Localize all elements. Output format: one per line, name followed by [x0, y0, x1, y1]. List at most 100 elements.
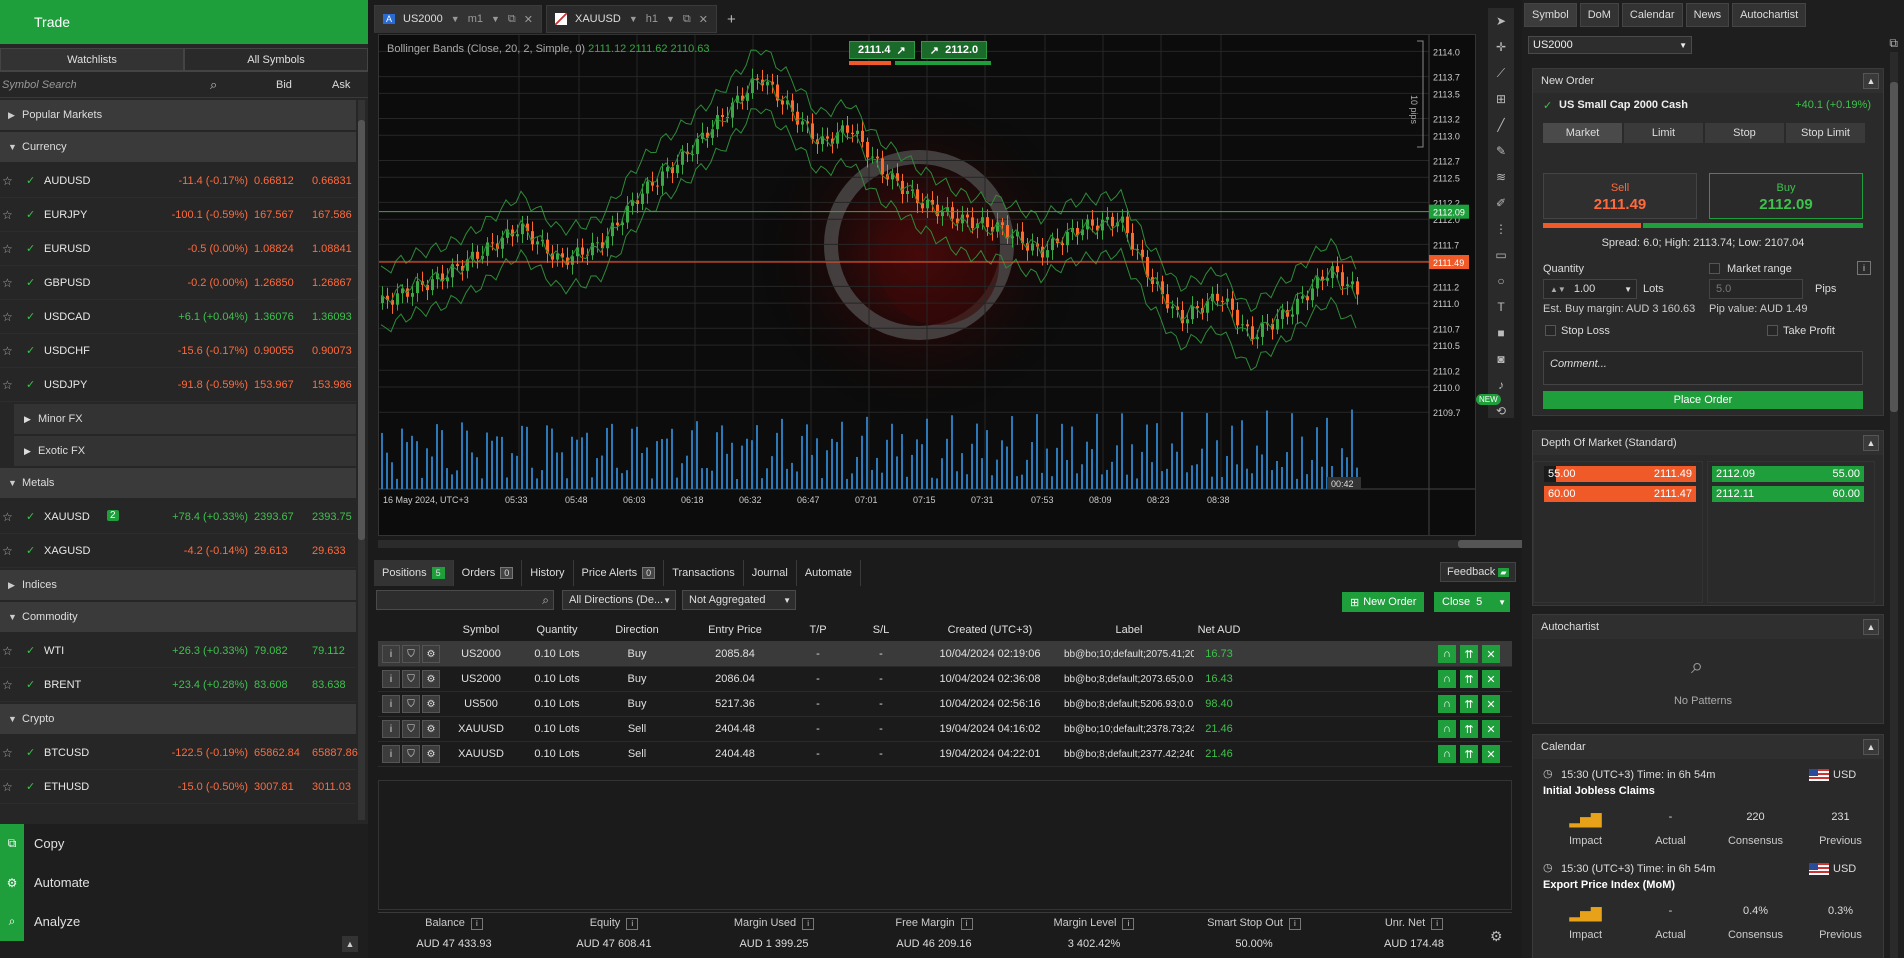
gear-icon[interactable]: ⚙: [422, 645, 440, 663]
chart-horizontal-scrollbar[interactable]: [378, 540, 1543, 548]
close-position-icon[interactable]: ✕: [1482, 720, 1500, 738]
star-icon[interactable]: ☆: [2, 544, 13, 558]
star-icon[interactable]: ☆: [2, 276, 13, 290]
info-icon[interactable]: i: [470, 918, 483, 930]
order-type-stop-limit[interactable]: Stop Limit: [1786, 123, 1865, 143]
settings-gear-icon[interactable]: ⚙: [1490, 928, 1503, 945]
gear-icon[interactable]: ⚙: [422, 720, 440, 738]
group-indices[interactable]: ▶ Indices: [0, 570, 356, 600]
gear-icon[interactable]: ⚙: [422, 695, 440, 713]
buy-button[interactable]: Buy 2112.09: [1709, 173, 1863, 219]
bid-price[interactable]: 1.26850: [254, 277, 294, 289]
tab-price-alerts[interactable]: Price Alerts 0: [574, 560, 665, 586]
quick-buy-button[interactable]: ↗ 2112.0: [920, 41, 988, 59]
circle-icon[interactable]: ○: [1488, 268, 1514, 294]
bid-price[interactable]: 3007.81: [254, 781, 294, 793]
tab-calendar[interactable]: Calendar: [1621, 3, 1683, 27]
camera-icon[interactable]: ◙: [1488, 346, 1514, 372]
star-icon[interactable]: ☆: [2, 678, 13, 692]
detach-icon[interactable]: ⧉: [683, 13, 691, 26]
group-minor-fx[interactable]: ▶ Minor FX: [14, 404, 356, 434]
new-order-header[interactable]: New Order ▲: [1533, 69, 1883, 93]
place-order-button[interactable]: Place Order: [1543, 391, 1863, 409]
dom-sell-row[interactable]: 60.00 2111.47: [1544, 486, 1696, 502]
symbol-select[interactable]: US2000 ▼: [1528, 36, 1692, 54]
column-header[interactable]: Quantity: [520, 624, 594, 636]
watchlist-row[interactable]: ☆ ✓ XAUUSD 2 +78.4 (+0.33%) 2393.67 2393.75: [0, 500, 356, 534]
order-type-market[interactable]: Market: [1543, 123, 1622, 143]
ask-price[interactable]: 0.90073: [312, 345, 352, 357]
trade-header[interactable]: Trade: [0, 0, 368, 44]
close-position-icon[interactable]: ✕: [1482, 745, 1500, 763]
brush-icon[interactable]: ✐: [1488, 190, 1514, 216]
ask-price[interactable]: 1.26867: [312, 277, 352, 289]
calendar-header[interactable]: Calendar ▲: [1533, 735, 1883, 759]
tab-positions[interactable]: Positions 5: [374, 560, 454, 586]
watchlist-scrollbar[interactable]: [358, 100, 365, 820]
shield-icon[interactable]: ⛉: [402, 670, 420, 688]
trend-tool-icon[interactable]: ⟋: [1488, 60, 1514, 86]
ask-price[interactable]: 83.638: [312, 679, 346, 691]
cursor-icon[interactable]: ➤: [1488, 8, 1514, 34]
bid-price[interactable]: 79.082: [254, 645, 288, 657]
info-icon[interactable]: i: [382, 670, 400, 688]
fib-icon[interactable]: ≋: [1488, 164, 1514, 190]
column-header[interactable]: Symbol: [442, 624, 520, 636]
group-popular-markets[interactable]: ▶ Popular Markets: [0, 100, 356, 130]
column-header[interactable]: S/L: [846, 624, 916, 636]
autochartist-header[interactable]: Autochartist ▲: [1533, 615, 1883, 639]
star-icon[interactable]: ☆: [2, 378, 13, 392]
star-icon[interactable]: ☆: [2, 208, 13, 222]
tab-news[interactable]: News: [1685, 3, 1730, 27]
calendar-event[interactable]: ◷ 15:30 (UTC+3) Time: in 6h 54m USD Initial…: [1543, 765, 1883, 859]
watchlist-row[interactable]: ☆ ✓ XAGUSD -4.2 (-0.14%) 29.613 29.633: [0, 534, 356, 568]
double-up-icon[interactable]: ⇈: [1460, 645, 1478, 663]
chart-tab-us2000[interactable]: A US2000 ▼ m1 ▼ ⧉ ✕: [374, 5, 542, 33]
measure-icon[interactable]: ⊞: [1488, 86, 1514, 112]
watchlist-row[interactable]: ☆ ✓ ETHUSD -15.0 (-0.50%) 3007.81 3011.03: [0, 770, 356, 804]
tab-all-symbols[interactable]: All Symbols: [184, 48, 368, 71]
bid-price[interactable]: 83.608: [254, 679, 288, 691]
text-icon[interactable]: T: [1488, 294, 1514, 320]
grid-tool-icon[interactable]: ⋮: [1488, 216, 1514, 242]
column-header[interactable]: Created (UTC+3): [916, 624, 1064, 636]
column-header[interactable]: Direction: [594, 624, 680, 636]
table-row[interactable]: i ⛉ ⚙ XAUUSD 0.10 Lots Sell 2404.48 - - 19/04/202…: [378, 717, 1512, 742]
column-header[interactable]: Label: [1064, 624, 1194, 636]
aggregation-filter[interactable]: Not Aggregated ▼: [682, 590, 796, 610]
watchlist-row[interactable]: ☆ ✓ BTCUSD -122.5 (-0.19%) 65862.84 65887.86: [0, 736, 358, 770]
shield-icon[interactable]: ⛉: [402, 695, 420, 713]
bid-price[interactable]: 2393.67: [254, 511, 294, 523]
double-up-icon[interactable]: ⇈: [1460, 670, 1478, 688]
ask-price[interactable]: 1.36093: [312, 311, 352, 323]
collapse-icon[interactable]: ▲: [1863, 73, 1879, 89]
tab-history[interactable]: History: [522, 560, 574, 586]
watchlist-row[interactable]: ☆ ✓ USDCHF -15.6 (-0.17%) 0.90055 0.90073: [0, 334, 356, 368]
watchlist-row[interactable]: ☆ ✓ EURUSD -0.5 (0.00%) 1.08824 1.08841: [0, 232, 356, 266]
info-icon[interactable]: i: [382, 645, 400, 663]
calendar-event[interactable]: ◷ 15:30 (UTC+3) Time: in 6h 54m USD Export …: [1543, 859, 1883, 953]
crosshair-icon[interactable]: ✛: [1488, 34, 1514, 60]
close-position-icon[interactable]: ✕: [1482, 670, 1500, 688]
bid-price[interactable]: 0.90055: [254, 345, 294, 357]
analyze-button[interactable]: ⌕ Analyze: [0, 902, 368, 941]
add-tab-icon[interactable]: +: [721, 11, 736, 28]
reverse-position-icon[interactable]: ∩: [1438, 720, 1456, 738]
watchlist-row[interactable]: ☆ ✓ EURJPY -100.1 (-0.59%) 167.567 167.586: [0, 198, 356, 232]
bid-price[interactable]: 29.613: [254, 545, 288, 557]
timeframe-label[interactable]: h1: [646, 13, 658, 25]
market-range-checkbox[interactable]: [1709, 263, 1720, 274]
detach-icon[interactable]: ⧉: [1889, 36, 1898, 51]
market-range-input[interactable]: 5.0: [1709, 279, 1803, 299]
sell-button[interactable]: Sell 2111.49: [1543, 173, 1697, 219]
group-crypto[interactable]: ▼ Crypto: [0, 704, 356, 734]
group-metals[interactable]: ▼ Metals: [0, 468, 356, 498]
ask-price[interactable]: 29.633: [312, 545, 346, 557]
double-up-icon[interactable]: ⇈: [1460, 720, 1478, 738]
search-icon[interactable]: ⌕: [210, 77, 217, 93]
tab-transactions[interactable]: Transactions: [664, 560, 744, 586]
tab-symbol[interactable]: Symbol: [1524, 3, 1577, 27]
feedback-button[interactable]: Feedback ▰: [1440, 562, 1516, 582]
bid-price[interactable]: 167.567: [254, 209, 294, 221]
info-icon[interactable]: i: [1857, 261, 1871, 275]
